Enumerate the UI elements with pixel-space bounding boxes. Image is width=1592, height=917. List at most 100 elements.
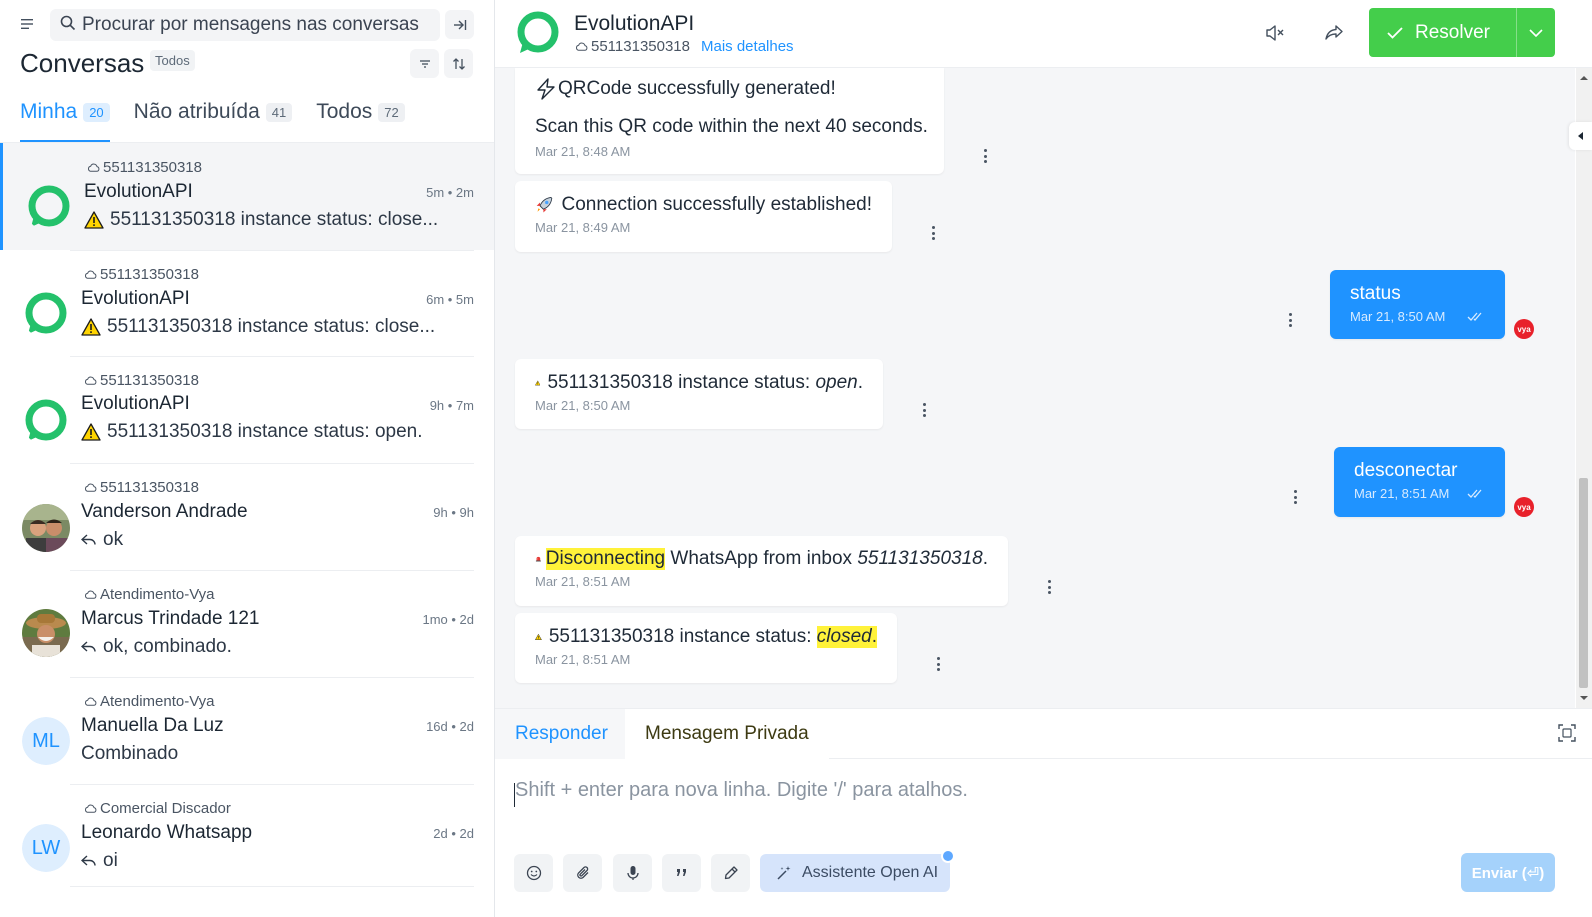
message-text: status bbox=[1350, 283, 1401, 304]
sort-button[interactable] bbox=[444, 49, 473, 78]
message-menu-icon[interactable] bbox=[919, 402, 929, 418]
warning-icon bbox=[535, 380, 541, 386]
conversation-item[interactable]: ML Atendimento-Vya Manuella Da Luz 16d •… bbox=[0, 677, 494, 784]
tab-nao-atribuida[interactable]: Não atribuída 41 bbox=[134, 96, 293, 142]
inbox-label: Atendimento-Vya bbox=[84, 586, 215, 603]
search-input[interactable] bbox=[82, 14, 432, 36]
tab-label: Minha bbox=[20, 100, 78, 123]
caret-left-icon bbox=[1577, 132, 1583, 140]
more-details-link[interactable]: Mais detalhes bbox=[701, 38, 794, 55]
resolve-main[interactable]: Resolver bbox=[1369, 8, 1517, 57]
emoji-button[interactable] bbox=[514, 854, 553, 892]
tab-responder[interactable]: Responder bbox=[495, 709, 625, 759]
menu-icon[interactable] bbox=[16, 12, 40, 36]
tab-count: 72 bbox=[378, 103, 405, 122]
conversation-item[interactable]: 551131350318 EvolutionAPI 6m • 5m 551131… bbox=[0, 250, 494, 357]
inbox-label: 551131350318 bbox=[84, 266, 199, 283]
contact-panel-toggle[interactable] bbox=[1569, 122, 1592, 150]
last-message: ok, combinado. bbox=[81, 636, 232, 658]
message-punctuation: . bbox=[857, 372, 863, 393]
quote-button[interactable] bbox=[662, 854, 701, 892]
attach-button[interactable] bbox=[563, 854, 602, 892]
status-filter-badge[interactable]: Todos bbox=[150, 50, 195, 71]
contact-name: Manuella Da Luz bbox=[81, 715, 224, 736]
tab-label: Não atribuída bbox=[133, 100, 260, 123]
avatar bbox=[22, 397, 70, 445]
evolution-logo-icon bbox=[25, 292, 67, 334]
last-message: 551131350318 instance status: open. bbox=[81, 421, 423, 443]
magic-wand-icon bbox=[777, 866, 791, 880]
tab-todos[interactable]: Todos 72 bbox=[316, 96, 405, 142]
collapse-sidebar-button[interactable] bbox=[445, 10, 474, 39]
message-menu-icon[interactable] bbox=[933, 656, 943, 672]
chevron-down-icon bbox=[1529, 28, 1543, 37]
share-button[interactable] bbox=[1321, 20, 1347, 46]
message-text: Disconnecting WhatsApp from inbox 551131… bbox=[535, 548, 988, 570]
evolution-logo-icon bbox=[25, 399, 67, 441]
last-message: 551131350318 instance status: close... bbox=[84, 209, 438, 231]
message-menu-icon[interactable] bbox=[1285, 312, 1295, 328]
rocket-icon bbox=[536, 196, 553, 213]
message-timestamp: Mar 21, 8:49 AM bbox=[535, 220, 631, 235]
cloud-icon bbox=[85, 483, 97, 492]
avatar: LW bbox=[22, 824, 70, 872]
reply-composer: Responder Mensagem Privada Assistente Op… bbox=[495, 708, 1592, 917]
contact-name: Vanderson Andrade bbox=[81, 501, 248, 522]
contact-name: EvolutionAPI bbox=[84, 181, 193, 202]
message-punctuation: . bbox=[871, 626, 877, 648]
filter-button[interactable] bbox=[410, 49, 439, 78]
search-box bbox=[50, 9, 440, 41]
search-icon bbox=[60, 15, 76, 36]
double-check-icon bbox=[1467, 489, 1482, 498]
message-line: Scan this QR code within the next 40 sec… bbox=[535, 116, 928, 137]
message-menu-icon[interactable] bbox=[1044, 579, 1054, 595]
contact-photo-icon bbox=[22, 504, 70, 552]
conversation-item[interactable]: Atendimento-Vya Marcus Trindade 121 1mo … bbox=[0, 570, 494, 677]
send-button[interactable]: Enviar (⏎) bbox=[1461, 853, 1555, 892]
message-line: Connection successfully established! bbox=[561, 194, 872, 215]
divider bbox=[70, 463, 474, 464]
notification-dot bbox=[941, 849, 955, 863]
message-menu-icon[interactable] bbox=[928, 225, 938, 241]
signature-button[interactable] bbox=[711, 854, 750, 892]
cloud-icon bbox=[85, 804, 97, 813]
divider bbox=[70, 784, 474, 785]
message-text: Scan this QR code within the next 40 sec… bbox=[535, 116, 928, 138]
avatar-initials: LW bbox=[22, 824, 70, 872]
last-message-text: oi bbox=[103, 850, 118, 871]
scroll-up-icon bbox=[1580, 76, 1588, 80]
openai-assistant-button[interactable]: Assistente Open AI bbox=[760, 854, 950, 892]
conversation-item[interactable]: 551131350318 EvolutionAPI 9h • 7m 551131… bbox=[0, 356, 494, 464]
message-input[interactable] bbox=[515, 779, 1555, 802]
message-text: QRCode successfully generated! bbox=[535, 78, 924, 100]
conversation-item[interactable]: LW Comercial Discador Leonardo Whatsapp … bbox=[0, 784, 494, 891]
scrollbar[interactable] bbox=[1576, 68, 1592, 708]
inbox-name: 551131350318 bbox=[100, 372, 199, 389]
message-timestamp: Mar 21, 8:50 AM bbox=[1350, 309, 1485, 324]
resolve-button[interactable]: Resolver bbox=[1369, 8, 1555, 57]
scrollbar-thumb[interactable] bbox=[1579, 478, 1588, 688]
tab-minha[interactable]: Minha 20 bbox=[20, 96, 110, 142]
lightning-icon bbox=[537, 78, 555, 100]
mute-button[interactable] bbox=[1262, 20, 1288, 46]
pen-icon bbox=[724, 866, 738, 880]
share-icon bbox=[1325, 25, 1343, 40]
contact-name: Marcus Trindade 121 bbox=[81, 608, 260, 629]
warning-icon bbox=[81, 318, 101, 336]
tab-mensagem-privada[interactable]: Mensagem Privada bbox=[625, 709, 829, 759]
tab-count: 41 bbox=[265, 103, 293, 122]
avatar bbox=[22, 290, 70, 338]
resolve-dropdown[interactable] bbox=[1517, 28, 1555, 37]
record-audio-button[interactable] bbox=[613, 854, 652, 892]
message-menu-icon[interactable] bbox=[980, 148, 990, 164]
fullscreen-button[interactable] bbox=[1558, 724, 1576, 747]
ai-button-label: Assistente Open AI bbox=[802, 864, 939, 881]
conversation-item[interactable]: 551131350318 EvolutionAPI 5m • 2m 551131… bbox=[0, 143, 494, 250]
conversation-list-panel: Conversas Todos Minha 20 Não atribuída 4… bbox=[0, 0, 495, 917]
conversation-item[interactable]: 551131350318 Vanderson Andrade 9h • 9h o… bbox=[0, 463, 494, 570]
tab-label: Todos bbox=[316, 100, 373, 123]
message-menu-icon[interactable] bbox=[1290, 489, 1300, 505]
message-line: 551131350318 instance status: bbox=[548, 626, 817, 647]
arrow-to-right-icon bbox=[453, 19, 466, 30]
conversation-time: 2d • 2d bbox=[433, 826, 474, 841]
